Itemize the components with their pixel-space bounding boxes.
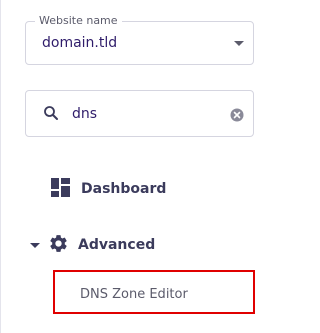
search-input[interactable] bbox=[72, 103, 212, 125]
dashboard-icon bbox=[51, 177, 70, 201]
sidebar-subitem-dns-zone-editor[interactable]: DNS Zone Editor bbox=[53, 270, 255, 314]
caret-down-icon bbox=[30, 242, 40, 248]
sidebar-subitem-label: DNS Zone Editor bbox=[80, 287, 188, 302]
chevron-down-icon[interactable] bbox=[234, 41, 244, 46]
gear-icon bbox=[48, 233, 69, 258]
search-icon bbox=[43, 105, 59, 125]
close-circle-icon[interactable] bbox=[230, 107, 244, 126]
sidebar-item-dashboard[interactable]: Dashboard bbox=[51, 177, 167, 201]
website-select[interactable]: Website name domain.tld bbox=[25, 14, 254, 65]
website-select-label: Website name bbox=[35, 14, 122, 28]
sidebar-item-label: Advanced bbox=[78, 237, 156, 253]
sidebar-item-advanced[interactable]: Advanced bbox=[30, 234, 155, 256]
search-field[interactable] bbox=[25, 90, 254, 137]
sidebar-left-border bbox=[0, 0, 1, 333]
sidebar-item-label: Dashboard bbox=[81, 181, 167, 197]
website-select-value: domain.tld bbox=[42, 35, 118, 51]
